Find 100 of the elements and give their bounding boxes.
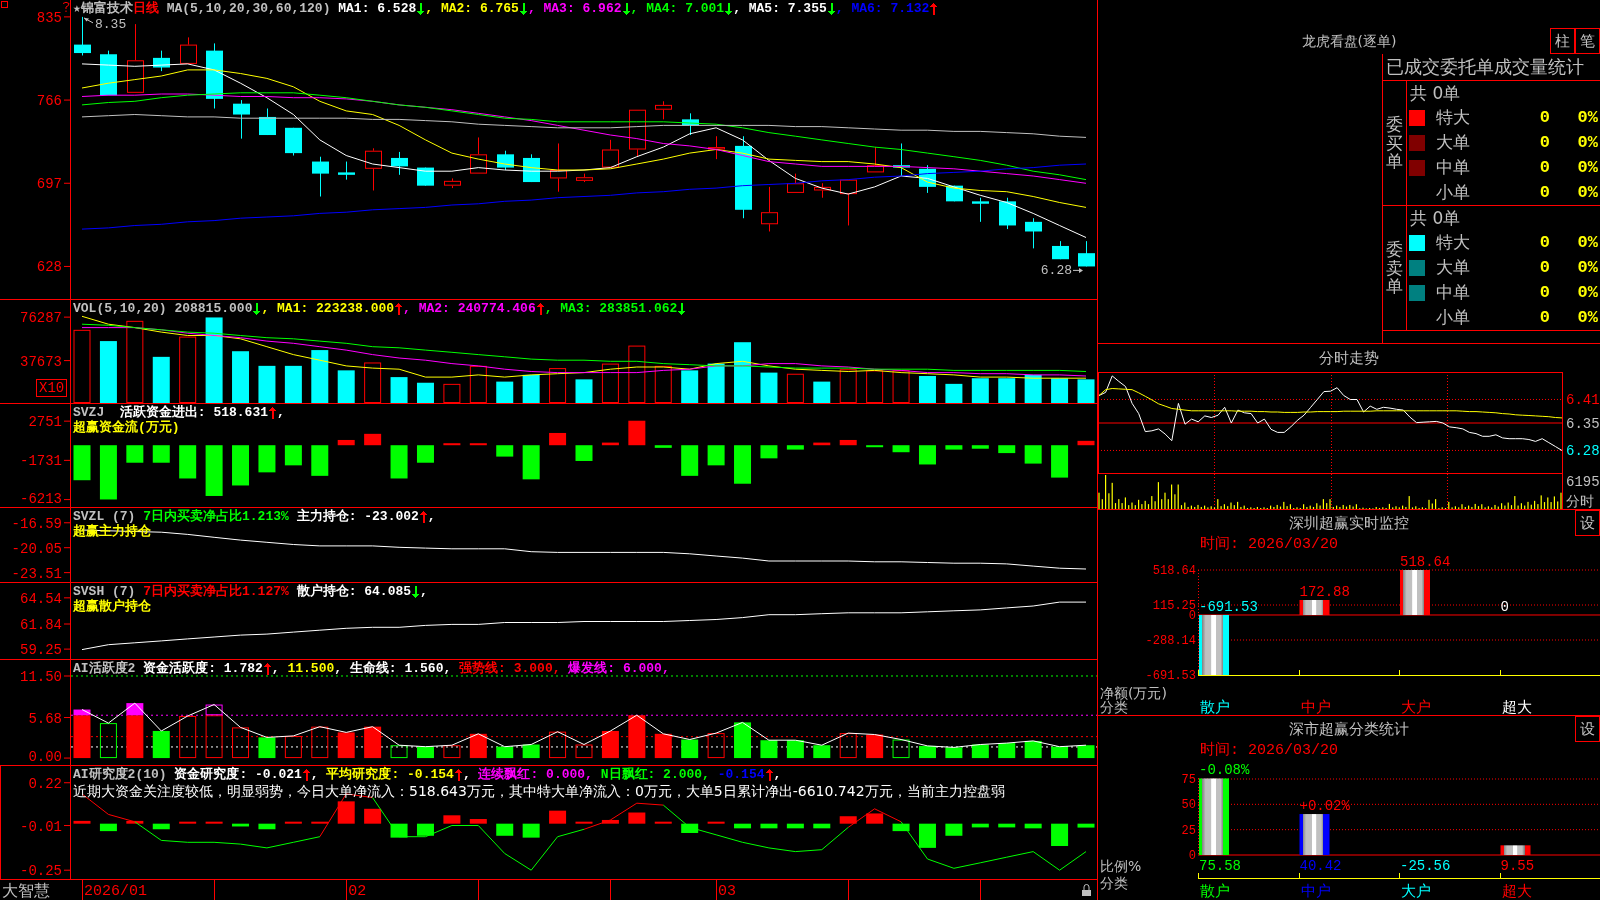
indicator-text: SVSH (7): [73, 584, 137, 599]
axis-label: -691.53: [1145, 669, 1196, 683]
axis-label: 5.68: [28, 710, 62, 727]
order-size-label: 特大: [1436, 231, 1471, 254]
axis-title: 净额(万元): [1100, 685, 1167, 701]
indicator-text: 7日内买卖净占比1.213%: [143, 509, 289, 524]
change-label: +0.02%: [1299, 798, 1350, 815]
indicator-text: 主力持仓: -23.002: [295, 509, 419, 524]
axis-label: -16.59: [11, 515, 62, 532]
indicator-text: 资金研究度: -0.021: [174, 767, 302, 782]
unit-label: 分时: [1566, 493, 1594, 509]
scale-label: 6195: [1566, 474, 1600, 490]
indicator-text: ,: [277, 405, 285, 420]
order-percent: 0%: [1576, 183, 1598, 202]
indicator-text: MA(5,10,20,30,60,120): [165, 1, 332, 16]
panel-title: 分时走势: [1319, 348, 1379, 368]
order-percent: 0%: [1576, 308, 1598, 327]
axis-title: 分类: [1100, 875, 1128, 891]
axis-label: 37673: [20, 353, 62, 370]
indicator-text: , MA3: 6.962: [527, 1, 622, 16]
axis-label: -0.01: [20, 818, 62, 835]
order-size-label: 中单: [1436, 156, 1471, 179]
indicator-text: MA1: 6.528: [338, 1, 417, 16]
group-label: 委卖单: [1386, 239, 1403, 297]
value-label: 172.88: [1299, 584, 1350, 600]
indicator-text: , MA3: 283851.062: [544, 301, 678, 316]
order-percent: 0%: [1576, 233, 1598, 252]
indicator-text: SVZL (7): [73, 509, 137, 524]
order-size-label: 大单: [1436, 131, 1471, 154]
indicator-text: 资金活跃度: 1.782: [143, 661, 263, 676]
axis-label: 0.22: [28, 775, 62, 792]
axis-label: 11.50: [20, 669, 62, 685]
date-label: 03: [718, 883, 737, 900]
indicator-text: , 生命线: 1.560,: [334, 661, 453, 676]
order-size-label: 特大: [1436, 106, 1471, 129]
indicator-text: -0.154: [717, 767, 765, 782]
category-label: 中户: [1300, 698, 1331, 715]
axis-label: 835: [36, 9, 62, 26]
value-label: -691.53: [1199, 599, 1258, 615]
category-label: 散户: [1200, 882, 1230, 900]
indicator-text: 连续飘红: 0.000,: [478, 767, 594, 782]
axis-label: 6.28: [1566, 443, 1600, 460]
axis-label: 0.00: [28, 749, 62, 765]
indicator-text: , MA2: 6.765: [425, 1, 519, 16]
order-percent: 0%: [1576, 108, 1598, 127]
indicator-text: ,: [773, 767, 782, 782]
indicator-text: 11.500: [287, 661, 335, 676]
panel-title: 深圳超赢实时监控: [1289, 513, 1409, 533]
order-percent: 0%: [1576, 283, 1598, 302]
axis-label: 50: [1181, 798, 1196, 813]
order-percent: 0%: [1576, 158, 1598, 177]
axis-label: 0: [1188, 849, 1196, 863]
value-label: -25.56: [1400, 858, 1451, 874]
axis-label: 0: [1188, 609, 1196, 623]
value-label: 0: [1500, 599, 1509, 615]
category-label: 超大: [1501, 698, 1532, 715]
indicator-text: , MA5: 7.355: [733, 1, 827, 16]
order-count: 0: [1538, 183, 1550, 202]
group-label: 委买单: [1386, 114, 1403, 172]
indicator-text: 爆发线: 6.000,: [568, 661, 670, 676]
indicator-text: , MA1: 223238.000: [261, 301, 395, 316]
change-label: -0.08%: [1199, 762, 1250, 779]
value-label: 75.58: [1199, 858, 1241, 874]
value-label: 9.55: [1500, 858, 1535, 874]
indicator-text: ★锦富技术: [73, 1, 133, 16]
axis-label: -288.14: [1145, 634, 1196, 648]
axis-label: 6.41: [1566, 392, 1600, 409]
axis-label: -6213: [20, 491, 62, 507]
indicator-text: 强势线: 3.000,: [459, 661, 562, 676]
analysis-summary: 近期大资金关注度较低，明显弱势，今日大单净流入：518.643万元，其中特大单净流入：0万元，大单5日累计净出-6610.742万元，当前主力控盘弱: [73, 782, 1005, 801]
indicator-text: ,: [427, 509, 436, 524]
category-label: 中户: [1300, 882, 1331, 900]
date-label: 2026/01: [84, 883, 147, 900]
axis-label: -20.05: [11, 540, 62, 557]
indicator-text: AI研究度2(10): [73, 767, 168, 782]
indicator-text: 日线: [132, 1, 159, 16]
order-percent: 0%: [1576, 133, 1598, 152]
order-size-label: 小单: [1436, 181, 1471, 204]
axis-label: 766: [36, 93, 62, 110]
time-label: 时间: 2026/03/20: [1199, 536, 1340, 554]
indicator-text: ,: [420, 584, 428, 599]
order-count: 0: [1538, 258, 1550, 277]
axis-title: 分类: [1100, 699, 1128, 715]
indicator-text: 7日内买卖净占比1.127%: [143, 584, 289, 599]
order-count: 0: [1538, 108, 1550, 127]
indicator-text: 超赢资金流(万元): [73, 420, 180, 435]
axis-label: 697: [36, 176, 62, 193]
order-count: 0: [1538, 233, 1550, 252]
indicator-text: 活跃资金进出: 518.631: [119, 405, 269, 420]
indicator-text: 平均研究度: -0.154: [326, 767, 454, 782]
axis-label: 76287: [20, 310, 62, 327]
order-total: 共 0单: [1410, 206, 1461, 230]
value-label: 518.64: [1400, 554, 1451, 570]
category-label: 大户: [1401, 882, 1431, 900]
order-size-label: 中单: [1436, 281, 1471, 304]
panel-title: 龙虎看盘(逐单): [1301, 32, 1397, 51]
axis-label: 64.54: [20, 590, 62, 607]
axis-label: 628: [36, 259, 62, 276]
order-count: 0: [1538, 283, 1550, 302]
price-label: 8.35: [95, 16, 127, 32]
